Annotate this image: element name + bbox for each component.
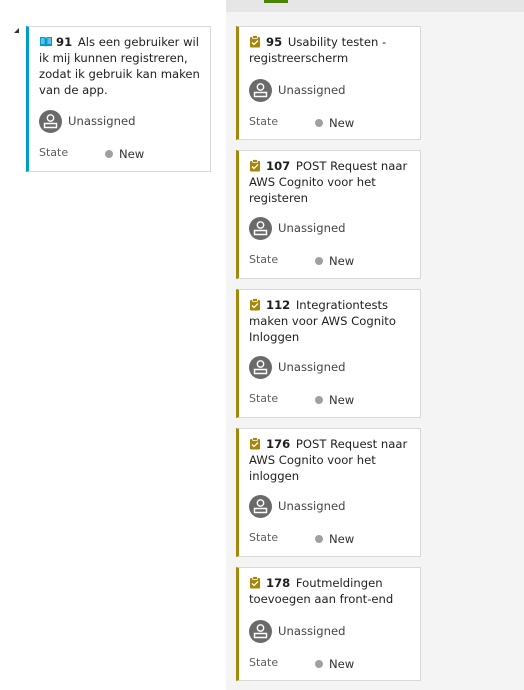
task-card-95[interactable]: 95 Usability testen - registreerscherm U… [236, 26, 421, 140]
state-value[interactable]: New [315, 532, 354, 546]
state-text: New [329, 532, 355, 546]
card-title: 95 Usability testen - registreerscherm [249, 34, 412, 66]
task-card-178[interactable]: 178 Foutmeldingen toevoegen aan front-en… [236, 567, 421, 681]
state-dot-icon [315, 535, 323, 543]
work-item-id[interactable]: 91 [56, 35, 72, 49]
assignee-label: Unassigned [278, 83, 346, 97]
assignee-row[interactable]: Unassigned [249, 216, 345, 240]
state-label: State [39, 146, 69, 159]
state-text: New [329, 254, 355, 268]
clipboard-icon [249, 159, 263, 172]
state-field: State New [39, 146, 200, 162]
avatar [249, 355, 272, 379]
avatar [39, 109, 62, 133]
assignee-label: Unassigned [68, 114, 136, 128]
card-title: 107 POST Request naar AWS Cognito voor h… [249, 158, 412, 206]
assignee-row[interactable]: Unassigned [249, 355, 345, 379]
collapse-row-icon[interactable] [14, 28, 19, 33]
state-dot-icon [105, 150, 113, 158]
task-card-112[interactable]: 112 Integrationtests maken voor AWS Cogn… [236, 289, 421, 418]
avatar [249, 619, 272, 643]
clipboard-icon [249, 35, 263, 48]
state-text: New [329, 116, 355, 130]
state-label: State [249, 392, 279, 405]
state-field: State New [249, 656, 410, 672]
state-dot-icon [315, 257, 323, 265]
state-label: State [249, 531, 279, 544]
state-label: State [249, 115, 279, 128]
card-title: 91 Als een gebruiker wil ik mij kunnen r… [39, 34, 202, 98]
card-title: 112 Integrationtests maken voor AWS Cogn… [249, 297, 412, 345]
clipboard-icon [249, 298, 263, 311]
book-icon [39, 36, 53, 48]
state-field: State New [249, 115, 410, 131]
state-dot-icon [315, 396, 323, 404]
clipboard-icon [249, 576, 263, 589]
avatar [249, 494, 272, 518]
story-card-91[interactable]: 91 Als een gebruiker wil ik mij kunnen r… [26, 26, 211, 172]
state-text: New [329, 393, 355, 407]
work-item-id[interactable]: 112 [266, 298, 290, 312]
state-text: New [329, 657, 355, 671]
work-item-id[interactable]: 176 [266, 437, 290, 451]
state-dot-icon [315, 119, 323, 127]
card-title: 178 Foutmeldingen toevoegen aan front-en… [249, 575, 412, 607]
work-item-id[interactable]: 95 [266, 35, 282, 49]
state-field: State New [249, 531, 410, 547]
assignee-label: Unassigned [278, 624, 346, 638]
assignee-row[interactable]: Unassigned [249, 494, 345, 518]
task-card-176[interactable]: 176 POST Request naar AWS Cognito voor h… [236, 428, 421, 557]
avatar [249, 78, 272, 102]
state-text: New [119, 147, 145, 161]
column-header-accent [264, 0, 288, 3]
assignee-row[interactable]: Unassigned [39, 109, 135, 133]
avatar [249, 216, 272, 240]
state-value[interactable]: New [315, 116, 354, 130]
assignee-row[interactable]: Unassigned [249, 78, 345, 102]
state-field: State New [249, 392, 410, 408]
column-header-strip [226, 0, 524, 12]
assignee-label: Unassigned [278, 360, 346, 374]
work-item-id[interactable]: 178 [266, 576, 290, 590]
clipboard-icon [249, 437, 263, 450]
state-dot-icon [315, 660, 323, 668]
assignee-label: Unassigned [278, 221, 346, 235]
state-field: State New [249, 253, 410, 269]
assignee-label: Unassigned [278, 499, 346, 513]
state-value[interactable]: New [105, 147, 144, 161]
assignee-row[interactable]: Unassigned [249, 619, 345, 643]
work-item-id[interactable]: 107 [266, 159, 290, 173]
state-value[interactable]: New [315, 254, 354, 268]
task-card-107[interactable]: 107 POST Request naar AWS Cognito voor h… [236, 150, 421, 279]
state-label: State [249, 656, 279, 669]
card-title: 176 POST Request naar AWS Cognito voor h… [249, 436, 412, 484]
state-value[interactable]: New [315, 657, 354, 671]
state-value[interactable]: New [315, 393, 354, 407]
state-label: State [249, 253, 279, 266]
